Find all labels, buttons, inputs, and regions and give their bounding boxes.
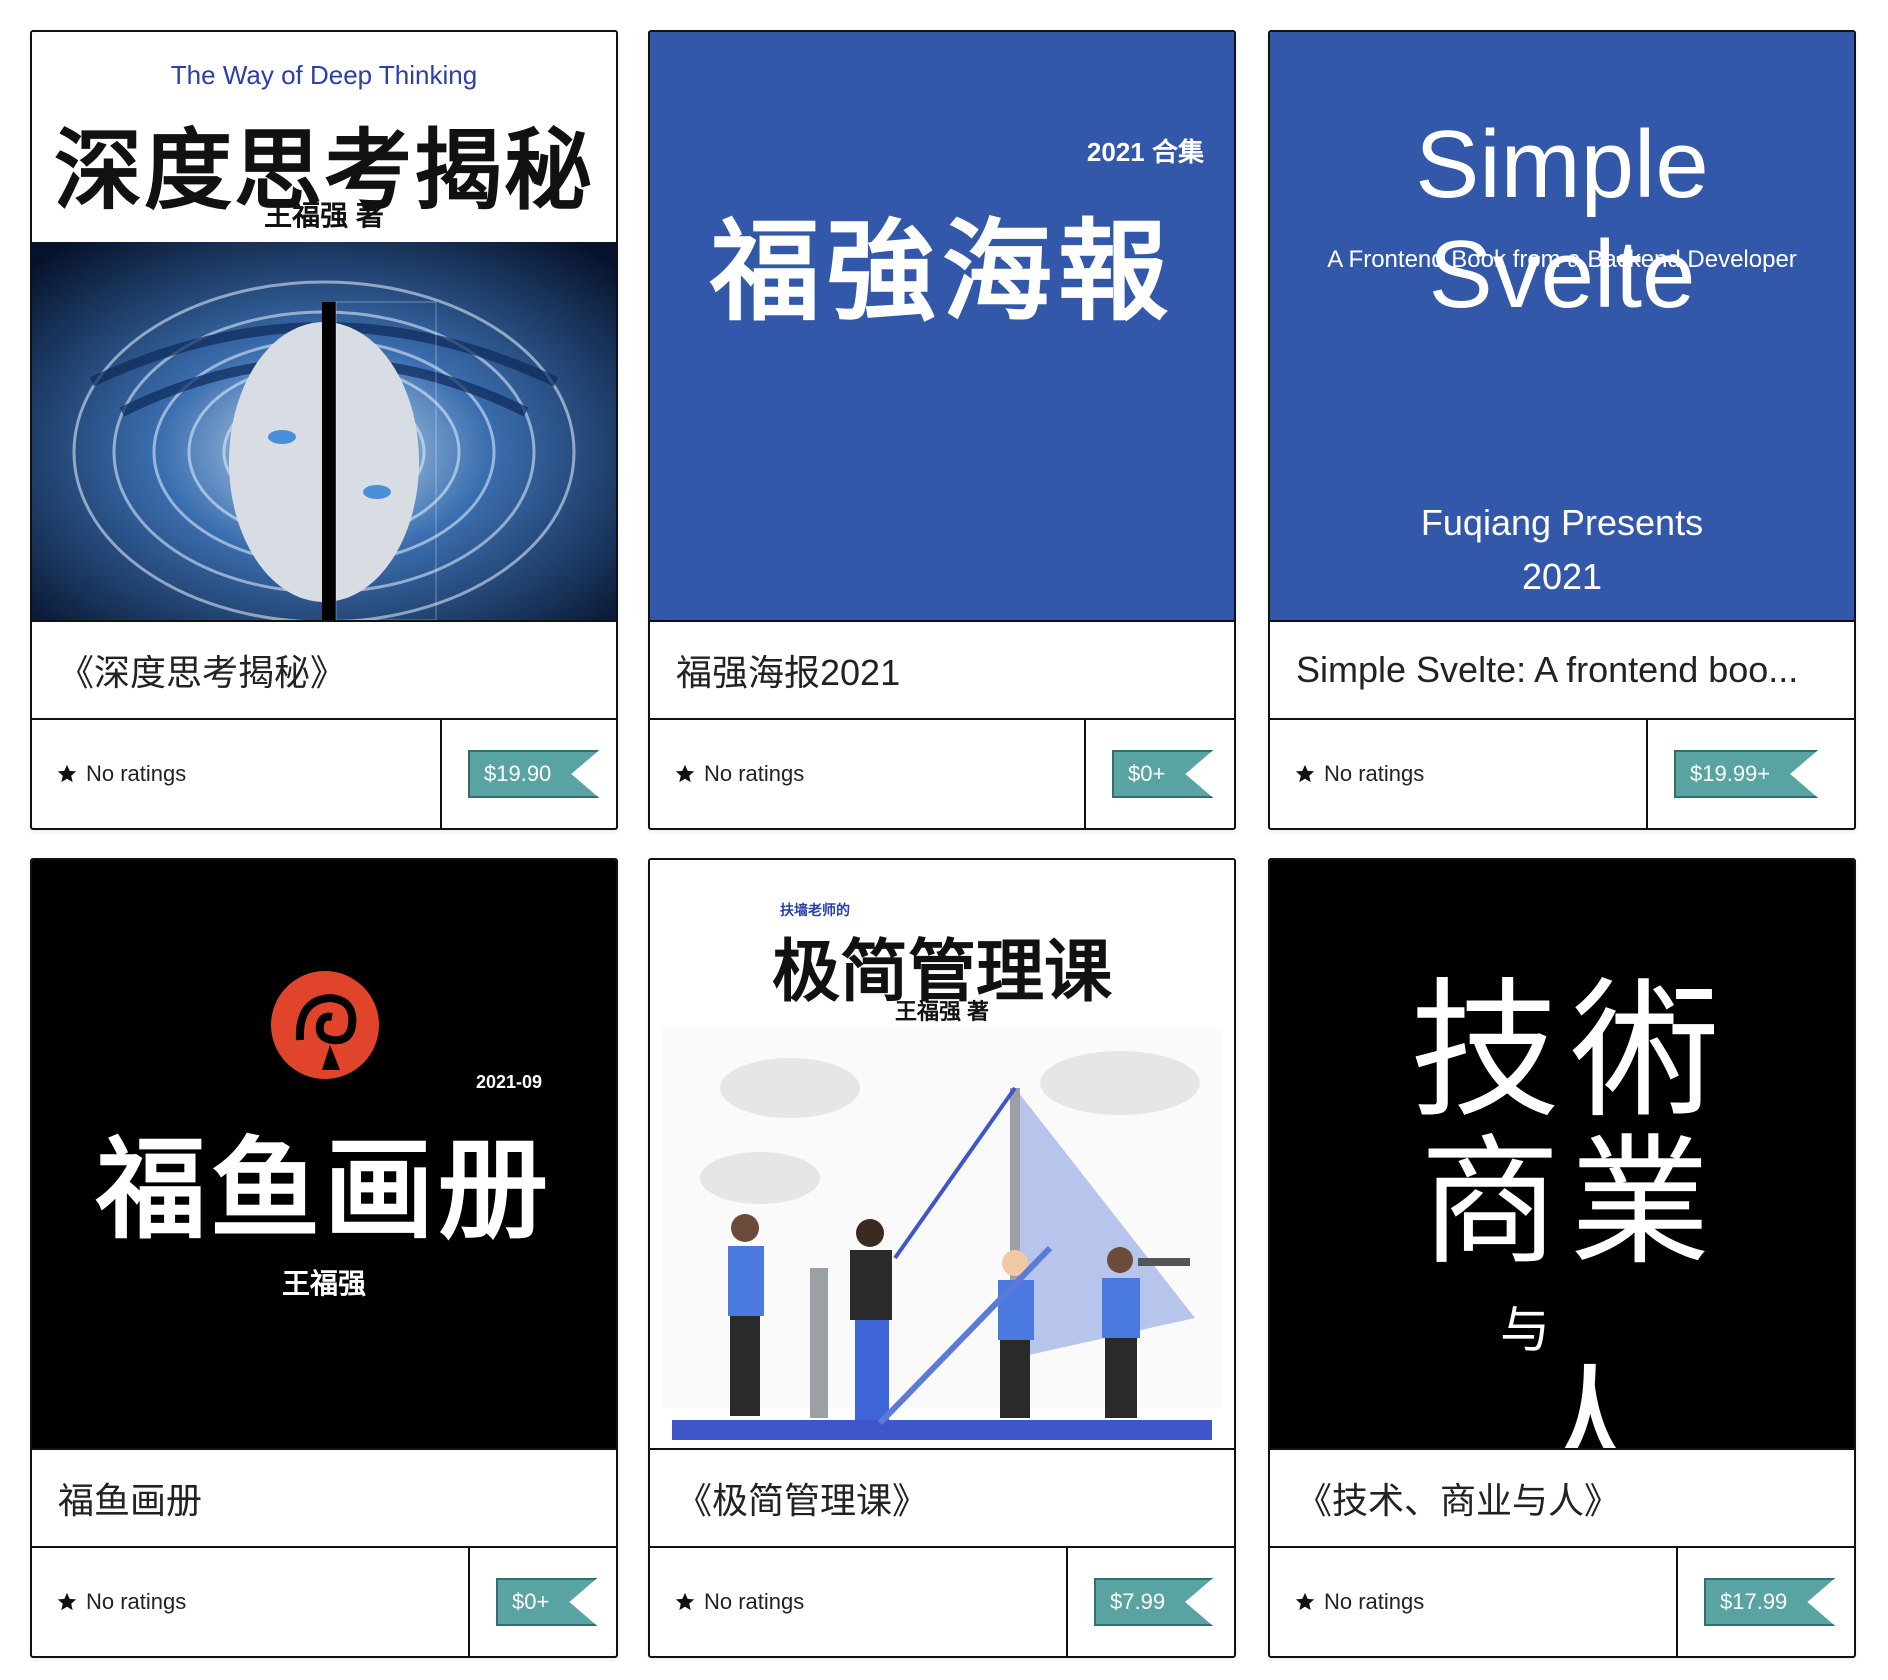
book-cover[interactable]: 2021 合集 福強海報: [650, 32, 1234, 620]
rating: No ratings: [650, 720, 1084, 828]
book-title[interactable]: Simple Svelte: A frontend boo...: [1270, 620, 1854, 720]
book-cover[interactable]: 技術 商業 与 人: [1270, 860, 1854, 1448]
rating: No ratings: [650, 1548, 1066, 1656]
star-icon: [675, 1592, 695, 1611]
rating-text: No ratings: [704, 761, 805, 786]
book-title[interactable]: 福鱼画册: [32, 1448, 616, 1548]
book-title[interactable]: 《极简管理课》: [650, 1448, 1234, 1548]
book-card[interactable]: 2021 合集 福強海報 福强海报2021 No ratings $0+: [648, 30, 1236, 830]
cover-subtitle: A Frontend Book from a Backend Developer: [1327, 246, 1797, 273]
book-footer: No ratings $19.99+: [1270, 720, 1854, 828]
cover-title: Simple Svelte: [1415, 111, 1709, 328]
book-card[interactable]: 技術 商業 与 人 《技术、商业与人》 No ratings $17.99: [1268, 858, 1856, 1658]
rating: No ratings: [1270, 720, 1646, 828]
star-icon: [1295, 1592, 1315, 1611]
cover-calligraphy-4: 人: [1520, 1352, 1661, 1448]
book-cover[interactable]: Simple Svelte A Frontend Book from a Bac…: [1270, 32, 1854, 620]
price-cell: $7.99: [1066, 1548, 1234, 1656]
logo-icon: [271, 971, 379, 1079]
book-title-text[interactable]: 《技术、商业与人》: [1296, 1472, 1620, 1524]
book-card[interactable]: The Way of Deep Thinking 深度思考揭秘 王福强 著 《深…: [30, 30, 618, 830]
cover-author: 王福强 著: [264, 200, 384, 231]
price-tag[interactable]: $17.99: [1704, 1578, 1835, 1626]
cover-subtitle: The Way of Deep Thinking: [170, 60, 478, 90]
rating: No ratings: [32, 720, 440, 828]
book-card[interactable]: 2021-09 福鱼画册 王福强 福鱼画册 No ratings $0+: [30, 858, 618, 1658]
team-sailing-illustration: [662, 1028, 1222, 1440]
book-footer: No ratings $17.99: [1270, 1548, 1854, 1656]
book-title[interactable]: 福强海报2021: [650, 620, 1234, 720]
book-footer: No ratings $7.99: [650, 1548, 1234, 1656]
price-cell: $19.90: [440, 720, 616, 828]
rating-text: No ratings: [86, 1589, 187, 1614]
star-icon: [57, 1592, 77, 1611]
book-title-text[interactable]: 《极简管理课》: [676, 1472, 928, 1524]
book-cover[interactable]: The Way of Deep Thinking 深度思考揭秘 王福强 著: [32, 32, 616, 620]
rating-text: No ratings: [86, 761, 187, 786]
cover-year: 2021 合集: [1086, 137, 1204, 167]
book-card[interactable]: 扶墙老师的 极简管理课 王福强 著 《极简管理课》 No ratings $7.…: [648, 858, 1236, 1658]
book-footer: No ratings $19.90: [32, 720, 616, 828]
cover-date: 2021-09: [476, 1072, 543, 1092]
price-cell: $19.99+: [1646, 720, 1854, 828]
book-footer: No ratings $0+: [32, 1548, 616, 1656]
rating: No ratings: [32, 1548, 468, 1656]
cover-title: 福強海報: [710, 207, 1174, 336]
rating-text: No ratings: [1324, 761, 1425, 786]
rating-text: No ratings: [1324, 1589, 1425, 1614]
price-cell: $0+: [1084, 720, 1234, 828]
star-icon: [57, 764, 77, 783]
price-tag[interactable]: $0+: [496, 1578, 597, 1626]
price-tag[interactable]: $0+: [1112, 750, 1213, 798]
book-cover[interactable]: 2021-09 福鱼画册 王福强: [32, 860, 616, 1448]
book-title-text[interactable]: 福鱼画册: [58, 1472, 202, 1524]
cover-illustration: [32, 242, 616, 620]
book-title[interactable]: 《技术、商业与人》: [1270, 1448, 1854, 1548]
price-tag[interactable]: $19.99+: [1674, 750, 1818, 798]
book-cover[interactable]: 扶墙老师的 极简管理课 王福强 著: [650, 860, 1234, 1448]
price-cell: $0+: [468, 1548, 616, 1656]
cover-presenter: Fuqiang Presents: [1420, 502, 1704, 543]
cover-title: 福鱼画册: [96, 1126, 552, 1254]
rating: No ratings: [1270, 1548, 1676, 1656]
price-cell: $17.99: [1676, 1548, 1854, 1656]
star-icon: [1295, 764, 1315, 783]
book-title-text[interactable]: Simple Svelte: A frontend boo...: [1296, 649, 1798, 691]
price-tag[interactable]: $7.99: [1094, 1578, 1213, 1626]
price-tag[interactable]: $19.90: [468, 750, 599, 798]
book-title-text[interactable]: 福强海报2021: [676, 644, 900, 696]
book-title-text[interactable]: 《深度思考揭秘》: [58, 644, 346, 696]
cover-calligraphy-2: 商業: [1420, 1122, 1721, 1285]
rating-text: No ratings: [704, 1589, 805, 1614]
book-card[interactable]: Simple Svelte A Frontend Book from a Bac…: [1268, 30, 1856, 830]
cover-year: 2021: [1521, 556, 1603, 597]
book-footer: No ratings $0+: [650, 720, 1234, 828]
star-icon: [675, 764, 695, 783]
cover-author: 王福强: [281, 1268, 366, 1299]
book-title[interactable]: 《深度思考揭秘》: [32, 620, 616, 720]
cover-author: 王福强 著: [894, 999, 990, 1024]
